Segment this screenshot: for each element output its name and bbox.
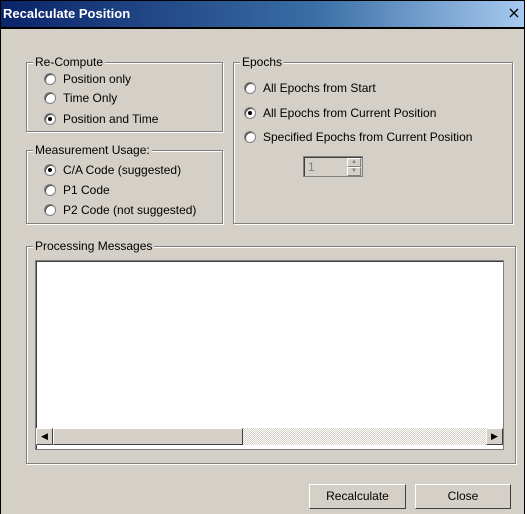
radio-label: Position only (63, 72, 132, 86)
spinner-value: 1 (308, 160, 315, 174)
radio-label: P2 Code (not suggested) (63, 203, 197, 217)
processing-messages-textarea[interactable] (35, 260, 504, 450)
close-button[interactable]: Close (415, 484, 511, 509)
radio-specified-epochs[interactable]: Specified Epochs from Current Position (244, 129, 472, 145)
arrow-right-icon[interactable]: ▶ (486, 428, 503, 445)
radio-label: All Epochs from Current Position (263, 106, 437, 120)
radio-label: Position and Time (63, 112, 159, 126)
close-icon[interactable]: × (506, 5, 522, 21)
recompute-legend: Re-Compute (33, 55, 106, 69)
measurement-usage-legend: Measurement Usage: (33, 143, 152, 157)
radio-button-icon[interactable] (244, 82, 256, 94)
window-title: Recalculate Position (3, 6, 131, 21)
title-bar: Recalculate Position × (1, 1, 524, 29)
radio-button-icon[interactable] (44, 204, 56, 216)
processing-messages-legend: Processing Messages (33, 239, 155, 253)
radio-all-epochs-from-current[interactable]: All Epochs from Current Position (244, 105, 436, 121)
epochs-legend: Epochs (240, 55, 285, 69)
radio-label: C/A Code (suggested) (63, 163, 182, 177)
scrollbar-thumb[interactable] (53, 428, 243, 445)
radio-button-icon[interactable] (44, 113, 56, 125)
radio-p1-code[interactable]: P1 Code (44, 182, 110, 198)
radio-button-icon[interactable] (244, 107, 256, 119)
arrow-up-icon[interactable]: ▲ (347, 158, 361, 167)
radio-label: P1 Code (63, 183, 110, 197)
arrow-left-icon[interactable]: ◀ (36, 428, 53, 445)
radio-button-icon[interactable] (44, 73, 56, 85)
radio-p2-code[interactable]: P2 Code (not suggested) (44, 202, 196, 218)
radio-button-icon[interactable] (44, 184, 56, 196)
epoch-count-spinner[interactable]: 1 ▲ ▼ (303, 156, 363, 177)
radio-label: All Epochs from Start (263, 81, 376, 95)
arrow-down-icon[interactable]: ▼ (347, 167, 361, 176)
radio-label: Time Only (63, 91, 118, 105)
radio-position-and-time[interactable]: Position and Time (44, 111, 158, 127)
radio-ca-code[interactable]: C/A Code (suggested) (44, 162, 181, 178)
radio-time-only[interactable]: Time Only (44, 90, 117, 106)
radio-button-icon[interactable] (44, 164, 56, 176)
horizontal-scrollbar[interactable]: ◀ ▶ (36, 428, 503, 445)
radio-all-epochs-from-start[interactable]: All Epochs from Start (244, 80, 376, 96)
radio-button-icon[interactable] (244, 131, 256, 143)
recalculate-button[interactable]: Recalculate (309, 484, 406, 509)
radio-button-icon[interactable] (44, 92, 56, 104)
radio-position-only[interactable]: Position only (44, 71, 131, 87)
radio-label: Specified Epochs from Current Position (263, 130, 473, 144)
